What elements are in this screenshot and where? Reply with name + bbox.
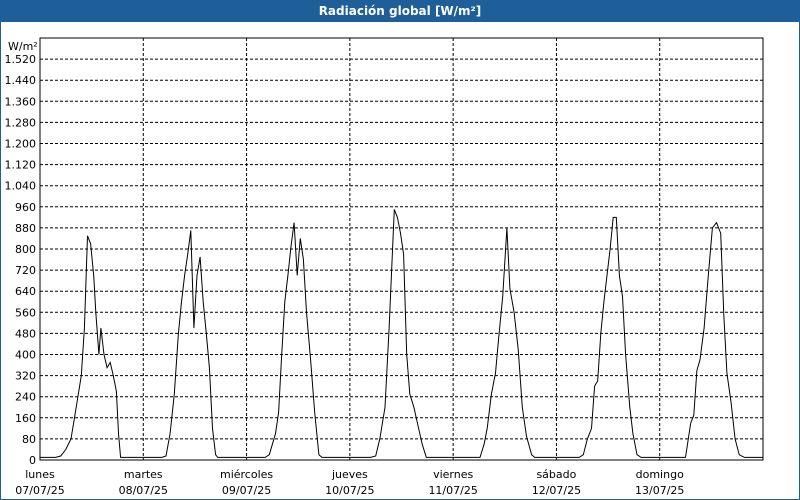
y-tick-label: 240 [15, 391, 36, 404]
y-tick-label: 640 [15, 285, 36, 298]
y-tick-label: 1.440 [5, 74, 37, 87]
y-ticks: 0 80 160 240 320 400 480 560 640 720 800 880 960 1.04… [5, 53, 37, 467]
grid-lines [40, 38, 763, 460]
y-tick-label: 1.520 [5, 53, 37, 66]
y-tick-label: 320 [15, 370, 36, 383]
y-tick-label: 960 [15, 201, 36, 214]
x-tick-day: domingo [636, 468, 684, 481]
y-tick-label: 400 [15, 349, 36, 362]
x-tick-date: 11/07/25 [428, 484, 477, 497]
y-tick-label: 1.040 [5, 180, 37, 193]
x-tick-date: 08/07/25 [119, 484, 168, 497]
y-tick-label: 880 [15, 222, 36, 235]
x-tick-date: 09/07/25 [222, 484, 271, 497]
y-tick-label: 1.360 [5, 95, 37, 108]
y-tick-label: 0 [29, 454, 36, 467]
x-tick-date: 07/07/25 [15, 484, 64, 497]
y-tick-label: 80 [22, 433, 36, 446]
y-tick-label: 720 [15, 264, 36, 277]
y-tick-label: 560 [15, 306, 36, 319]
x-tick-date: 10/07/25 [325, 484, 374, 497]
x-ticks: lunes 07/07/25 martes 08/07/25 miércoles 09/0… [15, 468, 684, 497]
x-tick-day: martes [124, 468, 163, 481]
y-tick-label: 1.120 [5, 159, 37, 172]
y-axis-label: W/m² [8, 40, 38, 53]
x-tick-day: lunes [25, 468, 55, 481]
y-tick-label: 800 [15, 243, 36, 256]
x-tick-day: jueves [331, 468, 368, 481]
x-tick-day: miércoles [220, 468, 273, 481]
y-tick-label: 160 [15, 412, 36, 425]
x-tick-date: 13/07/25 [635, 484, 684, 497]
y-tick-label: 1.280 [5, 116, 37, 129]
radiation-chart: W/m² 0 80 160 240 320 400 480 560 640 720 800 880 96… [5, 37, 764, 497]
x-tick-day: viernes [433, 468, 473, 481]
y-tick-label: 480 [15, 327, 36, 340]
y-tick-label: 1.200 [5, 138, 37, 151]
x-tick-date: 12/07/25 [532, 484, 581, 497]
x-tick-day: sábado [536, 468, 576, 481]
